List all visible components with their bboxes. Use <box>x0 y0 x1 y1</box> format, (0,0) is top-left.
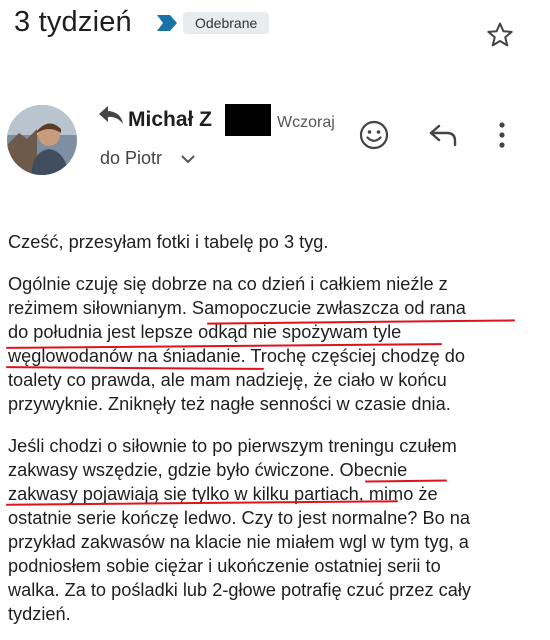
email-subject: 3 tydzień <box>14 6 132 38</box>
reply-arrow-icon <box>99 106 123 124</box>
importance-marker-icon <box>157 15 177 31</box>
body-line: zakwasy wszędzie, gdzie było ćwiczone. O… <box>8 460 408 480</box>
more-vert-icon[interactable] <box>494 120 510 150</box>
sender-name[interactable]: Michał Z <box>128 108 212 132</box>
inbox-label-chip[interactable]: Odebrane <box>183 12 270 34</box>
body-line: przykład zakwasów na klacie nie miałem w… <box>8 532 469 552</box>
body-line: toalety co prawda, ale mam nadzieję, że … <box>8 370 447 390</box>
body-line: przywyknie. Zniknęły też nagłe senności … <box>8 394 451 414</box>
message-date: Wczoraj <box>277 114 335 131</box>
emoji-smile-icon[interactable] <box>358 119 390 151</box>
sender-avatar[interactable] <box>7 105 77 175</box>
recipient-line[interactable]: do Piotr <box>100 148 162 169</box>
body-line: tydzień. <box>8 604 71 624</box>
reply-icon[interactable] <box>428 122 458 148</box>
body-line: podniosłem sobie ciężar i ukończenie ost… <box>8 556 441 576</box>
body-line: Jeśli chodzi o siłownie to po pierwszym … <box>8 436 457 456</box>
body-line: reżimem siłownianym. Samopoczucie zwłasz… <box>8 298 466 318</box>
star-outline-icon[interactable] <box>485 20 515 50</box>
avatar-photo <box>7 105 77 175</box>
body-greeting: Cześć, przesyłam fotki i tabelę po 3 tyg… <box>8 232 329 252</box>
body-line: ostatnie serie kończę ledwo. Czy to jest… <box>8 508 471 528</box>
body-line: Ogólnie czuję się dobrze na co dzień i c… <box>8 274 448 294</box>
redaction-box <box>225 104 271 136</box>
body-line: walka. Za to pośladki lub 2-głowe potraf… <box>8 580 471 600</box>
chevron-down-icon[interactable] <box>180 152 196 166</box>
message-body: Cześć, przesyłam fotki i tabelę po 3 tyg… <box>8 230 538 626</box>
